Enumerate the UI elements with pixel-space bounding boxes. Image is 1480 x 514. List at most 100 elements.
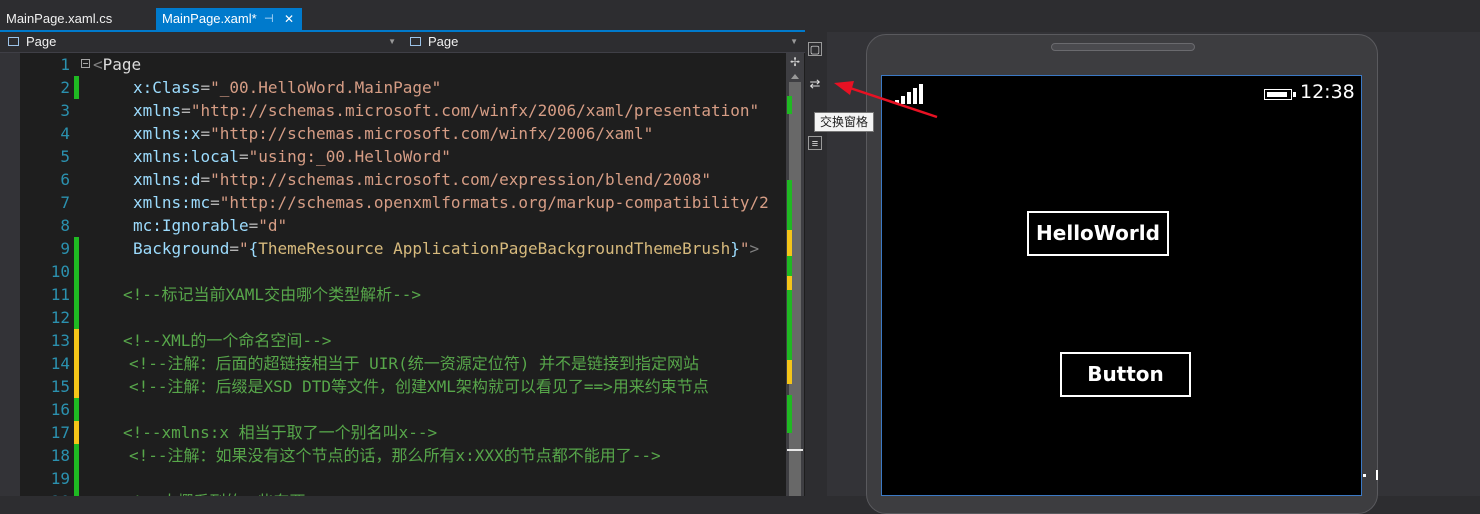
line-number: 19	[50, 469, 70, 488]
line-number: 1	[60, 55, 70, 74]
line-number: 5	[60, 147, 70, 166]
collapse-icon[interactable]	[81, 59, 90, 68]
code-token: "	[238, 239, 249, 258]
code-token: =	[200, 78, 211, 97]
code-token: "	[739, 239, 750, 258]
code-text: <!--注解：后缀是XSD DTD等文件，创建XML架构就可以看见了==>用来约…	[129, 375, 709, 398]
code-token: "d"	[258, 216, 288, 235]
change-indicator	[74, 444, 79, 467]
line-number: 16	[50, 400, 70, 419]
member-dropdown[interactable]: Page ▼	[404, 33, 804, 51]
change-indicator	[74, 329, 79, 352]
code-line[interactable]: 16	[0, 398, 805, 421]
xaml-code-editor[interactable]: 1 <Page 2 x:Class="_00.HelloWord.MainPage" 3…	[0, 53, 805, 496]
code-token: <!--注解：如果没有这个节点的话，那么所有x:XXX的节点都不能用了-->	[129, 446, 661, 465]
navigation-bar: Page ▼ Page ▼	[0, 32, 805, 53]
code-token: Class	[152, 78, 201, 97]
code-text: <!--注解：如果没有这个节点的话，那么所有x:XXX的节点都不能用了-->	[129, 444, 661, 467]
change-indicator	[74, 283, 79, 306]
chevron-down-icon: ▼	[388, 37, 396, 46]
line-number: 3	[60, 101, 70, 120]
code-line[interactable]: 15 <!--注解：后缀是XSD DTD等文件，创建XML架构就可以看见了==>用…	[0, 375, 805, 398]
line-number: 18	[50, 446, 70, 465]
code-token: =	[248, 216, 259, 235]
code-token: <!--注解：后面的超链接相当于 UIR(统一资源定位符) 并不是链接到指定网站	[129, 354, 699, 373]
type-dropdown[interactable]: Page ▼	[2, 33, 402, 51]
scrollbar-change-marker	[787, 360, 792, 384]
code-token: xmlns	[133, 124, 182, 143]
code-token: =	[229, 239, 239, 258]
code-line[interactable]: 14 <!--注解：后面的超链接相当于 UIR(统一资源定位符) 并不是链接到指定…	[0, 352, 805, 375]
resize-handle[interactable]	[1376, 470, 1378, 480]
code-line[interactable]: 6 xmlns:d="http://schemas.microsoft.com/e…	[0, 168, 805, 191]
code-line[interactable]: 4 xmlns:x="http://schemas.microsoft.com/w…	[0, 122, 805, 145]
code-line[interactable]: 11 <!--标记当前XAML交由哪个类型解析-->	[0, 283, 805, 306]
code-line[interactable]: 1 <Page	[0, 53, 805, 76]
code-line[interactable]: 10	[0, 260, 805, 283]
preview-button[interactable]: Button	[1060, 352, 1191, 397]
change-indicator	[74, 375, 79, 398]
code-line[interactable]: 19	[0, 467, 805, 490]
scrollbar-change-marker	[787, 395, 792, 433]
code-line[interactable]: 13 <!--XML的一个命名空间-->	[0, 329, 805, 352]
device-speaker	[1051, 43, 1195, 51]
code-token: <!--标记当前XAML交由哪个类型解析-->	[123, 285, 421, 304]
code-line[interactable]: 18 <!--注解：如果没有这个节点的话，那么所有x:XXX的节点都不能用了-->	[0, 444, 805, 467]
code-line[interactable]: 8 mc:Ignorable="d"	[0, 214, 805, 237]
battery-tip	[1293, 92, 1296, 97]
code-token: mc	[133, 216, 153, 235]
code-line[interactable]: 12	[0, 306, 805, 329]
code-line[interactable]: 9 Background="{ThemeResource ApplicationP…	[0, 237, 805, 260]
change-indicator	[74, 237, 79, 260]
line-number: 13	[50, 331, 70, 350]
scrollbar-change-marker	[787, 290, 792, 360]
resize-handle[interactable]	[1363, 474, 1366, 477]
code-line[interactable]: 20 <!--大樱系列的一些东西	[0, 490, 805, 496]
tab-mainpage-xaml-cs[interactable]: MainPage.xaml.cs	[0, 8, 150, 30]
code-text: <!--XML的一个命名空间-->	[123, 329, 331, 352]
code-token: <	[93, 55, 103, 74]
vertical-split-icon[interactable]: ≡	[808, 136, 822, 150]
tab-mainpage-xaml[interactable]: MainPage.xaml* ⊣ ✕	[156, 8, 302, 30]
member-dropdown-value: Page	[428, 34, 459, 49]
code-line[interactable]: 17 <!--xmlns:x 相当于取了一个别名叫x-->	[0, 421, 805, 444]
document-tab-strip: MainPage.xaml.cs MainPage.xaml* ⊣ ✕	[0, 0, 1480, 32]
scrollbar-change-marker	[787, 180, 792, 230]
line-number: 4	[60, 124, 70, 143]
code-token: :	[142, 78, 153, 97]
code-token: x	[190, 124, 201, 143]
split-editor-icon[interactable]: ✢	[786, 53, 804, 71]
pin-icon[interactable]: ⊣	[264, 8, 274, 30]
code-token: "using:_00.HelloWord"	[248, 147, 451, 166]
change-indicator	[74, 467, 79, 490]
element-icon	[8, 37, 19, 46]
code-token: xmlns	[133, 101, 182, 120]
code-text: xmlns:mc="http://schemas.openxmlformats.…	[133, 191, 769, 214]
close-icon[interactable]: ✕	[284, 8, 294, 30]
line-number: 20	[22, 490, 70, 496]
code-text: xmlns:d="http://schemas.microsoft.com/ex…	[133, 168, 711, 191]
code-line[interactable]: 5 xmlns:local="using:_00.HelloWord"	[0, 145, 805, 168]
change-indicator	[74, 490, 79, 496]
code-token: <!--大樱系列的一些东西	[123, 492, 306, 496]
code-token: =	[200, 124, 211, 143]
helloworld-textblock[interactable]: HelloWorld	[1027, 211, 1169, 256]
code-line[interactable]: 7 xmlns:mc="http://schemas.openxmlformats…	[0, 191, 805, 214]
code-token: local	[190, 147, 239, 166]
line-number: 11	[50, 285, 70, 304]
code-text: <!--大樱系列的一些东西	[123, 490, 306, 496]
chevron-down-icon: ▼	[790, 37, 798, 46]
collapse-pane-icon[interactable]: ▢	[808, 42, 822, 56]
element-icon	[410, 37, 421, 46]
code-line[interactable]: 2 x:Class="_00.HelloWord.MainPage"	[0, 76, 805, 99]
change-indicator	[74, 352, 79, 375]
swap-panes-tooltip: 交换窗格	[814, 112, 874, 132]
code-text: xmlns:local="using:_00.HelloWord"	[133, 145, 451, 168]
code-line[interactable]: 3 xmlns="http://schemas.microsoft.com/win…	[0, 99, 805, 122]
page-preview[interactable]	[881, 75, 1362, 496]
scroll-up-arrow-icon[interactable]	[791, 74, 799, 79]
scrollbar-change-marker	[787, 230, 792, 256]
code-token: Page	[102, 55, 142, 74]
line-number: 9	[60, 239, 70, 258]
change-indicator	[74, 76, 79, 99]
